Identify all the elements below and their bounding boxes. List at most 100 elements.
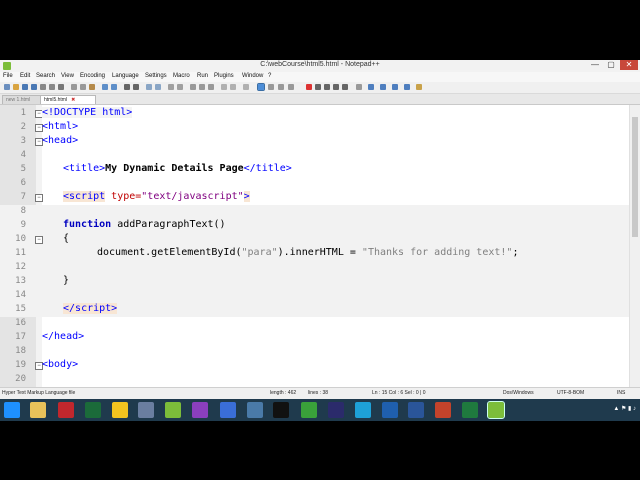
indent-guide-icon[interactable] <box>208 84 214 90</box>
system-tray[interactable]: ▲ ⚑ ▮ ♪ <box>613 405 636 412</box>
save-macro-icon[interactable] <box>342 84 348 90</box>
status-position: Ln : 15 Col : 6 Sel : 0 | 0 <box>372 390 426 396</box>
code-text: <head> <box>42 135 79 146</box>
record-macro-icon[interactable] <box>306 84 312 90</box>
menu-plugins[interactable]: Plugins <box>214 73 234 79</box>
folder-workspace-icon[interactable] <box>268 84 274 90</box>
menu-run[interactable]: Run <box>197 73 208 79</box>
line-number: 7 <box>20 192 26 202</box>
code-line: 17 </head> <box>0 331 630 345</box>
word-icon[interactable] <box>408 402 424 418</box>
code-text: <title>My Dynamic Details Page</title> <box>63 163 292 174</box>
run-macro-multiple-icon[interactable] <box>333 84 339 90</box>
code-line: 7 − <script type="text/javascript"> <box>0 191 630 205</box>
project-icon[interactable] <box>278 84 284 90</box>
doc-list-icon[interactable] <box>288 84 294 90</box>
arrow-left-icon[interactable] <box>368 84 374 90</box>
code-text: </head> <box>42 331 85 342</box>
open-file-icon[interactable] <box>13 84 19 90</box>
stop-macro-icon[interactable] <box>315 84 321 90</box>
code-line: 6 <box>0 177 630 191</box>
menu-file[interactable]: File <box>3 73 13 79</box>
app-ring-icon[interactable] <box>328 402 344 418</box>
chrome-icon[interactable] <box>112 402 128 418</box>
status-length: length : 462 <box>270 390 297 396</box>
tab-new1[interactable]: new 1.html <box>2 95 44 104</box>
line-number: 8 <box>20 206 26 216</box>
print-icon[interactable] <box>58 84 64 90</box>
excel-icon[interactable] <box>462 402 478 418</box>
redo-icon[interactable] <box>111 84 117 90</box>
notepadpp-icon[interactable] <box>165 402 181 418</box>
wrap-icon[interactable] <box>190 84 196 90</box>
tool-icon[interactable] <box>138 402 154 418</box>
paste-icon[interactable] <box>89 84 95 90</box>
menu-language[interactable]: Language <box>112 73 139 79</box>
find-icon[interactable] <box>124 84 130 90</box>
arrow-right-icon[interactable] <box>404 84 410 90</box>
line-number: 11 <box>15 248 26 258</box>
scrollbar-thumb[interactable] <box>632 117 638 237</box>
code-line: 1 − <!DOCTYPE html> <box>0 107 630 121</box>
app-network-icon[interactable] <box>220 402 236 418</box>
status-mode: INS <box>617 390 626 396</box>
doc-map-icon[interactable] <box>230 84 236 90</box>
misc-plugin-icon[interactable] <box>416 84 422 90</box>
app-purple-icon[interactable] <box>192 402 208 418</box>
function-list-icon[interactable] <box>243 84 249 90</box>
new-file-icon[interactable] <box>4 84 10 90</box>
arrow-up-icon[interactable] <box>380 84 386 90</box>
ie-icon[interactable] <box>355 402 371 418</box>
copy-icon[interactable] <box>80 84 86 90</box>
notepadpp-active-icon[interactable] <box>487 401 505 419</box>
code-line: 14 <box>0 289 630 303</box>
line-number: 5 <box>20 164 26 174</box>
zoom-out-icon[interactable] <box>155 84 161 90</box>
code-line: 2 − <html> <box>0 121 630 135</box>
sync-h-icon[interactable] <box>177 84 183 90</box>
vertical-scrollbar[interactable] <box>629 105 640 387</box>
menu-window[interactable]: Window <box>242 73 263 79</box>
fold-icon[interactable]: − <box>35 194 43 202</box>
close-button[interactable]: ✕ <box>620 60 638 70</box>
all-chars-icon[interactable] <box>199 84 205 90</box>
start-icon[interactable] <box>4 402 20 418</box>
menu-edit[interactable]: Edit <box>20 73 30 79</box>
save-all-icon[interactable] <box>31 84 37 90</box>
monitoring-icon[interactable] <box>257 83 265 91</box>
sync-v-icon[interactable] <box>168 84 174 90</box>
tab-html5[interactable]: html5.html ✖ <box>40 95 96 104</box>
replace-icon[interactable] <box>133 84 139 90</box>
menu-search[interactable]: Search <box>36 73 55 79</box>
maximize-button[interactable]: ▢ <box>604 60 618 70</box>
close-all-icon[interactable] <box>49 84 55 90</box>
media-icon[interactable] <box>301 402 317 418</box>
close-file-icon[interactable] <box>40 84 46 90</box>
zoom-in-icon[interactable] <box>146 84 152 90</box>
lang-icon[interactable] <box>221 84 227 90</box>
menu-help[interactable]: ? <box>268 73 271 79</box>
menu-settings[interactable]: Settings <box>145 73 167 79</box>
code-line: 12 <box>0 261 630 275</box>
plugin-icon[interactable] <box>356 84 362 90</box>
arrow-down-icon[interactable] <box>392 84 398 90</box>
undo-icon[interactable] <box>102 84 108 90</box>
cmd-icon[interactable] <box>273 402 289 418</box>
save-icon[interactable] <box>22 84 28 90</box>
fold-icon[interactable]: − <box>35 236 43 244</box>
tab-close-icon[interactable]: ✖ <box>71 97 75 103</box>
ppt-icon[interactable] <box>435 402 451 418</box>
menu-macro[interactable]: Macro <box>173 73 190 79</box>
menu-view[interactable]: View <box>61 73 74 79</box>
menu-encoding[interactable]: Encoding <box>80 73 105 79</box>
cut-icon[interactable] <box>71 84 77 90</box>
folder-icon[interactable] <box>30 402 46 418</box>
play-macro-icon[interactable] <box>324 84 330 90</box>
outlook-icon[interactable] <box>382 402 398 418</box>
app-grid-icon[interactable] <box>247 402 263 418</box>
minimize-button[interactable]: — <box>588 60 602 70</box>
app-m-icon[interactable] <box>58 402 74 418</box>
app-s-icon[interactable] <box>85 402 101 418</box>
code-editor[interactable]: 1 − <!DOCTYPE html> 2 − <html> 3 − <head… <box>0 105 630 387</box>
notepadpp-window: C:\webCourse\html5.html - Notepad++ — ▢ … <box>0 60 640 400</box>
